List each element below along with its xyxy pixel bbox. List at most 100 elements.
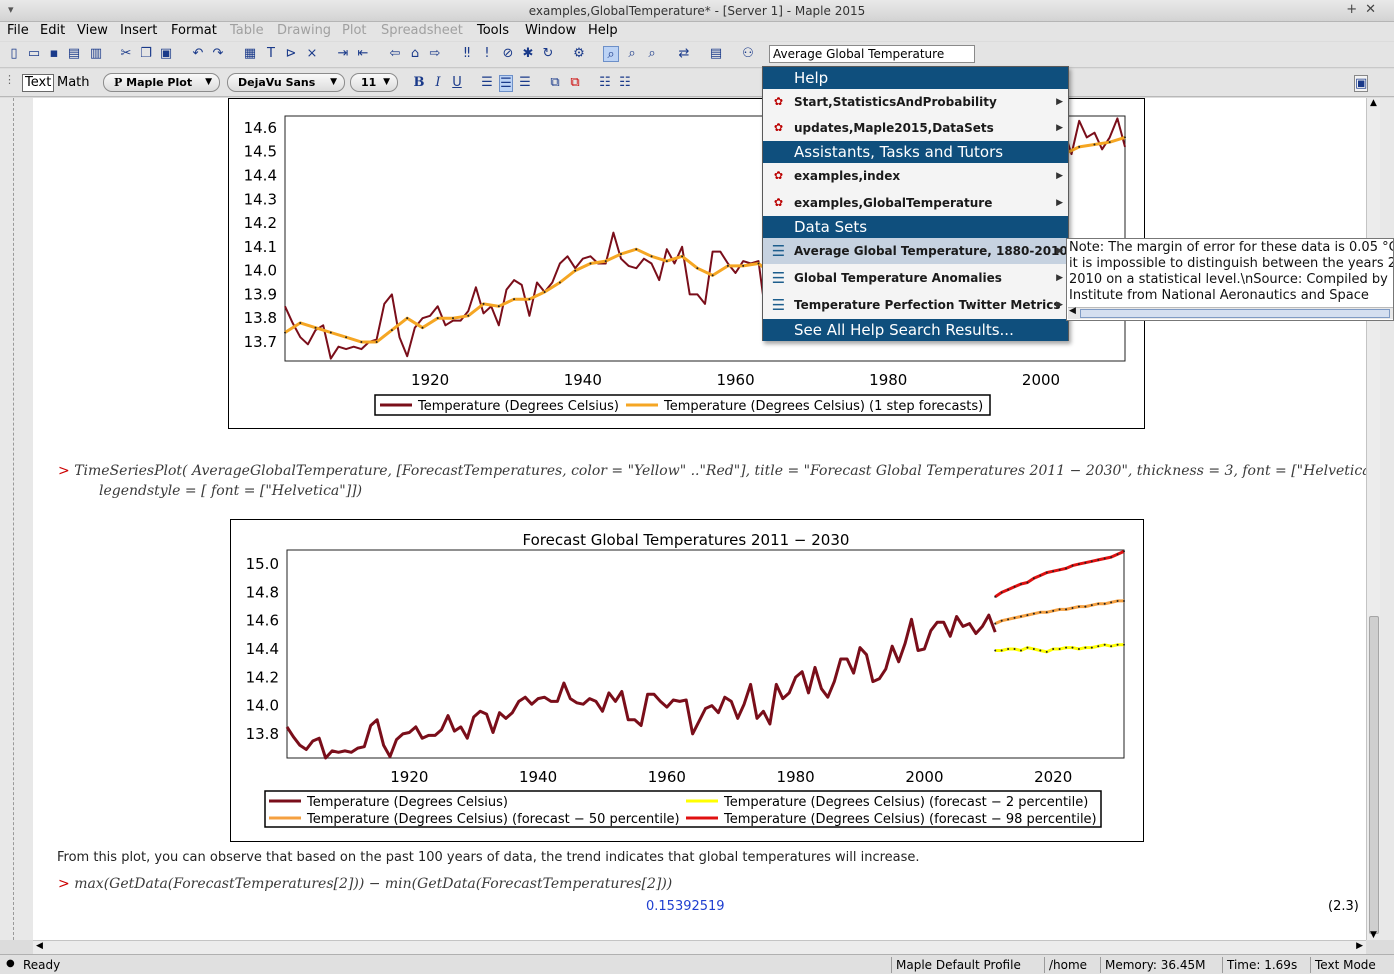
insert-math-icon[interactable]: ▦ (242, 46, 258, 62)
settings-gear-icon[interactable]: ⚙ (571, 46, 587, 62)
status-mode: Text Mode (1310, 957, 1380, 973)
print-preview-icon[interactable]: ▥ (88, 46, 104, 62)
series-point (1019, 582, 1022, 585)
help-search-icon[interactable]: ⚇ (740, 46, 756, 62)
new-document-icon[interactable]: ▯ (6, 46, 22, 62)
cut-icon[interactable]: ✂ (118, 46, 134, 62)
scroll-left-icon[interactable]: ◀ (1069, 306, 1076, 316)
menu-edit[interactable]: Edit (40, 23, 65, 38)
popup-item-average-global-temperature[interactable]: ☰ Average Global Temperature, 1880-2010 ▶ (763, 238, 1068, 264)
align-right-icon[interactable]: ☰ (518, 75, 532, 90)
outdent-icon[interactable]: ⇤ (355, 46, 371, 62)
scroll-down-icon[interactable]: ▼ (1370, 930, 1377, 940)
italic-button[interactable]: I (431, 75, 445, 90)
font-dropdown[interactable]: DejaVu Sans ▼ (227, 73, 345, 92)
menu-view[interactable]: View (77, 23, 108, 38)
numbered-list-icon[interactable]: ☷ (618, 75, 632, 90)
menu-table[interactable]: Table (230, 23, 264, 38)
vertical-scroll-thumb[interactable] (1369, 616, 1379, 934)
x-tick-label: 1940 (564, 371, 602, 389)
series-point (1058, 648, 1061, 651)
series-point (1032, 577, 1035, 580)
insert-prompt-icon[interactable]: ⊳ (283, 46, 299, 62)
menu-window[interactable]: Window (525, 23, 576, 38)
series-point (1103, 602, 1106, 605)
home-icon[interactable]: ⌂ (407, 46, 423, 62)
style-dropdown[interactable]: P Maple Plot ▼ (103, 73, 220, 92)
menu-file[interactable]: File (7, 23, 29, 38)
command-input-2[interactable]: > max(GetData(ForecastTemperatures[2])) … (58, 876, 672, 892)
remove-output-icon[interactable]: ⨯ (304, 46, 320, 62)
redo-icon[interactable]: ↷ (210, 46, 226, 62)
forward-icon[interactable]: ⇨ (427, 46, 443, 62)
open-folder-icon[interactable]: ▭ (26, 46, 42, 62)
scroll-left-icon[interactable]: ◀ (36, 941, 43, 951)
y-tick-label: 13.8 (244, 309, 277, 327)
menu-spreadsheet[interactable]: Spreadsheet (381, 23, 463, 38)
status-time: Time: 1.69s (1222, 957, 1301, 973)
zoom-200-icon[interactable]: ⌕ (644, 46, 660, 62)
size-dropdown[interactable]: 11 ▼ (350, 73, 398, 92)
undo-icon[interactable]: ↶ (190, 46, 206, 62)
vertical-scrollbar[interactable]: ▲ ▼ (1366, 98, 1380, 940)
scroll-right-icon[interactable]: ▶ (1356, 941, 1363, 951)
menu-plot[interactable]: Plot (342, 23, 367, 38)
align-left-icon[interactable]: ☰ (480, 75, 494, 90)
close-icon[interactable]: ✕ (1365, 2, 1384, 17)
horizontal-scrollbar[interactable]: ◀ ▶ (33, 940, 1366, 954)
maximize-icon[interactable]: + (1346, 2, 1365, 17)
window-title: examples,GlobalTemperature* - [Server 1]… (528, 4, 866, 18)
stop-icon[interactable]: ⊘ (500, 46, 516, 62)
plot-2-title: Forecast Global Temperatures 2011 − 2030 (523, 531, 850, 549)
zoom-100-icon[interactable]: ⌕ (603, 46, 619, 62)
popup-item-start-statistics[interactable]: ✿ Start,StatisticsAndProbability ▶ (763, 89, 1068, 115)
tooltip-scroll-thumb[interactable] (1080, 309, 1390, 318)
execute-all-icon[interactable]: ‼ (459, 46, 475, 62)
paste-icon[interactable]: ▣ (158, 46, 174, 62)
menu-tools[interactable]: Tools (477, 23, 509, 38)
palette-toggle-icon[interactable]: ▣ (1354, 75, 1368, 92)
popup-item-examples-globaltemperature[interactable]: ✿ examples,GlobalTemperature ▶ (763, 190, 1068, 216)
menu-format[interactable]: Format (171, 23, 217, 38)
underline-button[interactable]: U (450, 75, 464, 90)
popup-item-temperature-twitter-metrics[interactable]: ☰ Temperature Perfection Twitter Metrics ▶ (763, 292, 1068, 318)
print-icon[interactable]: ▤ (66, 46, 82, 62)
menu-drawing[interactable]: Drawing (277, 23, 331, 38)
popup-footer-see-all[interactable]: See All Help Search Results... (763, 319, 1068, 341)
indent-icon[interactable]: ⇥ (335, 46, 351, 62)
save-icon[interactable]: ▪ (46, 46, 62, 62)
insert-text-icon[interactable]: T (263, 46, 279, 62)
plot-2[interactable]: Forecast Global Temperatures 2011 − 2030… (230, 519, 1146, 843)
text-mode-button[interactable]: Text (22, 74, 55, 92)
bullet-list-icon[interactable]: ☷ (598, 75, 612, 90)
series-point (726, 264, 729, 267)
back-icon[interactable]: ⇦ (387, 46, 403, 62)
size-dropdown-value: 11 (361, 76, 377, 89)
menu-insert[interactable]: Insert (120, 23, 157, 38)
copy-format-icon[interactable]: ⧉ (548, 75, 562, 90)
popup-item-global-temperature-anomalies[interactable]: ☰ Global Temperature Anomalies ▶ (763, 265, 1068, 291)
help-search-input[interactable]: Average Global Temperature (769, 45, 975, 63)
toggle-input-icon[interactable]: ⇄ (676, 46, 692, 62)
menu-help[interactable]: Help (588, 23, 618, 38)
execute-icon[interactable]: ! (479, 46, 495, 62)
series-point (1052, 609, 1055, 612)
series-point (681, 255, 684, 258)
tooltip-scrollbar[interactable]: ◀ (1068, 306, 1393, 319)
copy-icon[interactable]: ❐ (138, 46, 154, 62)
scroll-up-icon[interactable]: ▲ (1370, 98, 1377, 108)
math-mode-button[interactable]: Math (57, 75, 90, 90)
series-point (1071, 607, 1074, 610)
series-point (1052, 570, 1055, 573)
debug-icon[interactable]: ✱ (520, 46, 536, 62)
command-input-1[interactable]: > TimeSeriesPlot( AverageGlobalTemperatu… (58, 463, 1366, 479)
zoom-150-icon[interactable]: ⌕ (624, 46, 640, 62)
align-center-icon[interactable]: ☰ (499, 75, 513, 92)
restart-icon[interactable]: ↻ (540, 46, 556, 62)
popup-item-updates-datasets[interactable]: ✿ updates,Maple2015,DataSets ▶ (763, 115, 1068, 141)
help-pane-icon[interactable]: ▤ (708, 46, 724, 62)
bold-button[interactable]: B (412, 75, 426, 90)
clear-format-icon[interactable]: ⧉ (568, 75, 582, 90)
status-profile[interactable]: Maple Default Profile (891, 957, 1025, 973)
popup-item-examples-index[interactable]: ✿ examples,index ▶ (763, 163, 1068, 189)
